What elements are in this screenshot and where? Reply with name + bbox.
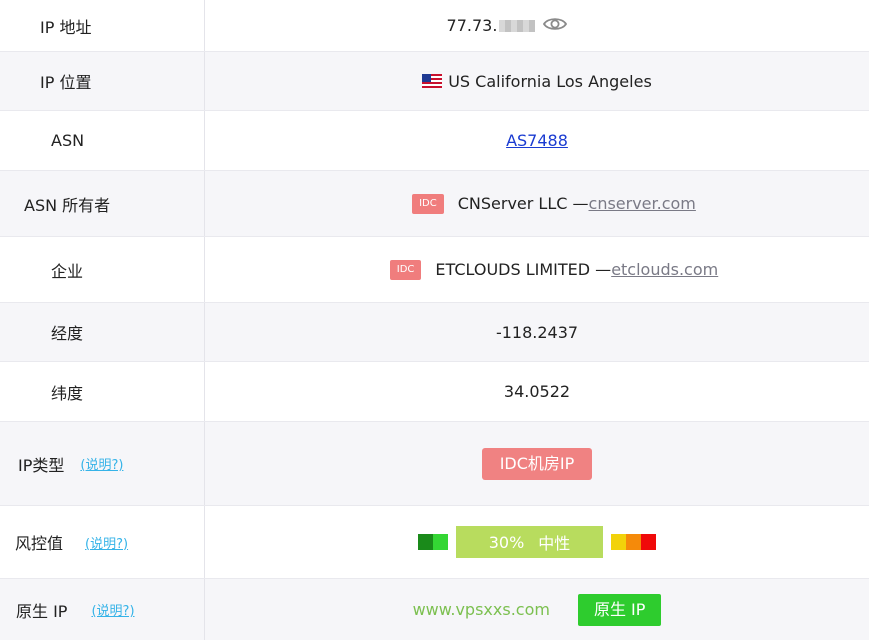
watermark-text: www.vpsxxs.com bbox=[412, 600, 550, 619]
value-latitude: 34.0522 bbox=[503, 382, 571, 401]
row-latitude: 纬度 34.0522 bbox=[0, 362, 869, 422]
row-ip-location: IP 位置 US California Los Angeles bbox=[0, 52, 869, 111]
risk-segment-low bbox=[433, 534, 448, 550]
label-latitude: 纬度 bbox=[0, 362, 205, 421]
company-name: ETCLOUDS LIMITED — bbox=[435, 260, 612, 279]
value-ip-type: IDC机房IP bbox=[205, 422, 869, 505]
label-asn-owner: ASN 所有者 bbox=[0, 171, 205, 236]
risk-segment-mid bbox=[611, 534, 626, 550]
label-native-ip: 原生 IP (说明?) bbox=[0, 579, 205, 640]
risk-level: 中性 bbox=[538, 534, 571, 553]
company-domain-link[interactable]: etclouds.com bbox=[611, 260, 718, 279]
label-longitude: 经度 bbox=[0, 303, 205, 361]
label-risk: 风控值 (说明?) bbox=[0, 506, 205, 578]
ip-type-badge: IDC机房IP bbox=[481, 447, 593, 480]
risk-percent: 30% bbox=[488, 532, 525, 552]
label-ip-type: IP类型 (说明?) bbox=[0, 422, 205, 505]
label-asn: ASN bbox=[0, 111, 205, 170]
help-link[interactable]: (说明?) bbox=[85, 533, 128, 552]
value-asn: AS7488 bbox=[205, 111, 869, 170]
value-native-ip: www.vpsxxs.com 原生 IP bbox=[205, 579, 869, 640]
help-link[interactable]: (说明?) bbox=[91, 600, 134, 619]
risk-segment-high bbox=[626, 534, 641, 550]
asn-owner-name: CNServer LLC — bbox=[457, 194, 589, 213]
ip-location-text: US California Los Angeles bbox=[448, 71, 652, 91]
idc-tag: IDC bbox=[389, 259, 422, 280]
risk-value-bar: 30% 中性 bbox=[456, 526, 603, 558]
row-company: 企业 IDC ETCLOUDS LIMITED — etclouds.com bbox=[0, 237, 869, 303]
label-company: 企业 bbox=[0, 237, 205, 302]
value-company: IDC ETCLOUDS LIMITED — etclouds.com bbox=[205, 237, 869, 302]
risk-segment-critical bbox=[641, 534, 656, 550]
ip-address-text: 77.73. bbox=[446, 16, 498, 35]
value-asn-owner: IDC CNServer LLC — cnserver.com bbox=[205, 171, 869, 236]
row-native-ip: 原生 IP (说明?) www.vpsxxs.com 原生 IP bbox=[0, 579, 869, 640]
ip-mask bbox=[499, 19, 536, 32]
row-ip-address: IP 地址 77.73. bbox=[0, 0, 869, 52]
ip-info-table: IP 地址 77.73. IP 位置 US California Los Ang… bbox=[0, 0, 869, 640]
us-flag-icon bbox=[422, 74, 443, 88]
native-ip-label: 原生 IP bbox=[16, 601, 68, 621]
native-ip-badge: 原生 IP bbox=[577, 593, 662, 626]
value-risk: 30% 中性 bbox=[205, 506, 869, 578]
value-longitude: -118.2437 bbox=[495, 322, 579, 342]
ip-type-label: IP类型 bbox=[18, 455, 65, 475]
label-ip-location: IP 位置 bbox=[0, 52, 205, 110]
value-ip-address: 77.73. bbox=[205, 0, 869, 51]
risk-meter: 30% 中性 bbox=[418, 526, 656, 558]
value-ip-location: US California Los Angeles bbox=[205, 52, 869, 110]
row-ip-type: IP类型 (说明?) IDC机房IP bbox=[0, 422, 869, 506]
asn-link[interactable]: AS7488 bbox=[506, 131, 568, 150]
row-longitude: 经度 -118.2437 bbox=[0, 303, 869, 362]
row-asn-owner: ASN 所有者 IDC CNServer LLC — cnserver.com bbox=[0, 171, 869, 237]
idc-tag: IDC bbox=[412, 193, 444, 214]
row-asn: ASN AS7488 bbox=[0, 111, 869, 171]
row-risk: 风控值 (说明?) 30% 中性 bbox=[0, 506, 869, 579]
risk-segment-low-dark bbox=[418, 534, 433, 550]
eye-icon[interactable] bbox=[543, 16, 568, 36]
label-ip-address: IP 地址 bbox=[0, 0, 205, 51]
risk-label: 风控值 bbox=[15, 534, 64, 553]
help-link[interactable]: (说明?) bbox=[80, 454, 123, 473]
asn-owner-domain-link[interactable]: cnserver.com bbox=[589, 194, 696, 213]
